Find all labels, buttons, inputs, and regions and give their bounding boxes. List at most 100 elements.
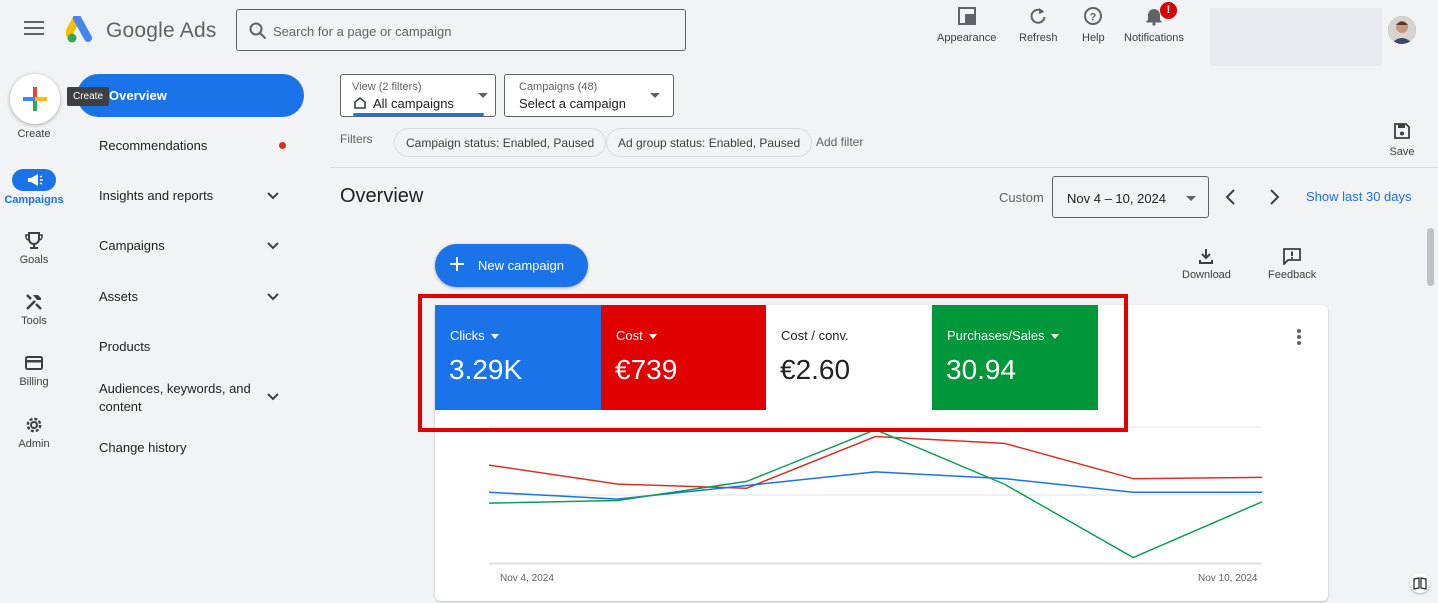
rail-item-campaigns[interactable]: Campaigns <box>0 169 68 206</box>
campaign-select-value: Select a campaign <box>519 96 626 111</box>
date-range-value: Nov 4 – 10, 2024 <box>1067 191 1167 206</box>
campaign-select-dropdown[interactable]: Campaigns (48) Select a campaign <box>504 74 674 117</box>
help-label: Help <box>1082 32 1105 44</box>
performance-line-chart <box>488 426 1263 565</box>
chevron-down-icon[interactable] <box>266 392 280 402</box>
date-range-type: Custom <box>999 190 1044 205</box>
top-bar: Google Ads Appearance Refresh ? Help <box>0 0 1438 66</box>
appearance-icon <box>957 7 976 25</box>
metric-highlight-box <box>418 294 1128 432</box>
recommendations-alert-dot <box>279 142 286 149</box>
rail-goals-label: Goals <box>19 254 49 266</box>
view-filter-underline <box>353 113 484 116</box>
save-icon <box>1394 123 1410 139</box>
avatar-image <box>1388 16 1416 44</box>
chevron-down-icon[interactable] <box>266 292 280 302</box>
rail-item-tools[interactable]: Tools <box>0 292 68 327</box>
nav-item-products[interactable]: Products <box>99 339 289 354</box>
feedback-label: Feedback <box>1268 269 1317 281</box>
menu-icon[interactable] <box>24 21 44 37</box>
appearance-button[interactable]: Appearance <box>937 6 996 44</box>
help-button[interactable]: ? Help <box>1082 6 1105 44</box>
add-filter-button[interactable]: Add filter <box>816 135 863 149</box>
create-button[interactable] <box>10 74 60 124</box>
save-label: Save <box>1389 146 1415 158</box>
scrollbar[interactable] <box>1427 228 1434 286</box>
view-filter-value: All campaigns <box>373 96 454 111</box>
active-pill <box>12 169 56 191</box>
feedback-icon <box>1283 248 1302 265</box>
next-period-icon[interactable] <box>1264 187 1284 207</box>
view-filter-count: View (2 filters) <box>352 81 422 93</box>
chevron-down-icon[interactable] <box>266 241 280 251</box>
rail-billing-label: Billing <box>19 376 49 388</box>
filters-label: Filters <box>340 132 373 146</box>
download-button[interactable]: Download <box>1182 247 1231 281</box>
google-ads-logo <box>66 16 92 43</box>
show-last-30-days-link[interactable]: Show last 30 days <box>1306 189 1412 204</box>
rail-item-goals[interactable]: Goals <box>0 231 68 266</box>
gear-icon <box>26 417 42 433</box>
x-tick-label: Nov 4, 2024 <box>500 573 554 584</box>
series-line-2 <box>488 428 1263 559</box>
account-info[interactable] <box>1210 8 1382 66</box>
caret-down-icon <box>650 93 660 98</box>
campaign-count: Campaigns (48) <box>519 81 598 93</box>
new-campaign-button[interactable]: New campaign <box>435 244 588 287</box>
nav-item-campaigns[interactable]: Campaigns <box>99 238 289 253</box>
nav-item-change-history[interactable]: Change history <box>99 440 289 455</box>
search-box[interactable] <box>236 9 686 51</box>
nav-item-insights[interactable]: Insights and reports <box>99 188 289 203</box>
previous-period-icon[interactable] <box>1221 187 1241 207</box>
rail-campaigns-label: Campaigns <box>4 194 64 206</box>
notification-badge: ! <box>1160 2 1177 19</box>
filter-chip-campaign-status[interactable]: Campaign status: Enabled, Paused <box>394 128 607 157</box>
view-filter-dropdown[interactable]: View (2 filters) All campaigns <box>340 74 496 117</box>
download-icon <box>1199 249 1214 264</box>
search-input[interactable] <box>273 19 673 43</box>
tools-icon <box>26 294 42 310</box>
nav-item-recommendations[interactable]: Recommendations <box>99 138 289 153</box>
brand-name: Google Ads <box>106 19 217 42</box>
search-icon <box>249 22 267 40</box>
rail-admin-label: Admin <box>18 438 50 450</box>
trophy-icon <box>25 232 43 249</box>
refresh-label: Refresh <box>1019 32 1058 44</box>
series-line-0 <box>488 435 1263 489</box>
create-plus-bar <box>23 97 47 101</box>
notifications-label: Notifications <box>1124 32 1184 44</box>
home-icon <box>354 96 366 109</box>
header-divider <box>330 167 1438 168</box>
refresh-icon <box>1030 8 1046 24</box>
megaphone-icon <box>28 174 43 186</box>
refresh-button[interactable]: Refresh <box>1019 6 1058 44</box>
nav-item-overview[interactable]: Overview <box>77 74 304 117</box>
save-button[interactable]: Save <box>1388 122 1416 158</box>
nav-item-assets[interactable]: Assets <box>99 289 289 304</box>
x-tick-label: Nov 10, 2024 <box>1198 573 1258 584</box>
new-campaign-label: New campaign <box>478 258 564 273</box>
feedback-button[interactable]: Feedback <box>1268 247 1316 281</box>
create-label: Create <box>17 128 51 140</box>
credit-card-icon <box>25 356 43 370</box>
svg-text:?: ? <box>1090 12 1097 24</box>
nav-item-audiences[interactable]: Audiences, keywords, and content <box>99 380 264 416</box>
rail-item-billing[interactable]: Billing <box>0 353 68 388</box>
date-range-dropdown[interactable]: Nov 4 – 10, 2024 <box>1052 176 1209 218</box>
help-icon: ? <box>1084 7 1103 25</box>
avatar[interactable] <box>1388 16 1416 44</box>
book-icon[interactable] <box>1410 573 1430 593</box>
rail-item-admin[interactable]: Admin <box>0 415 68 450</box>
caret-down-icon <box>1186 196 1196 201</box>
page-title: Overview <box>340 185 424 207</box>
book-glyph <box>1413 577 1427 590</box>
rail-tools-label: Tools <box>21 315 47 327</box>
create-tooltip-overlay: Create <box>67 87 110 106</box>
plus-icon <box>450 257 464 271</box>
filter-chip-ad-group-status[interactable]: Ad group status: Enabled, Paused <box>606 128 813 157</box>
chevron-down-icon[interactable] <box>266 191 280 201</box>
download-label: Download <box>1182 269 1231 281</box>
notifications-button[interactable]: ! Notifications <box>1124 2 1184 44</box>
caret-down-icon <box>478 93 488 98</box>
more-options-icon[interactable] <box>1296 329 1302 345</box>
